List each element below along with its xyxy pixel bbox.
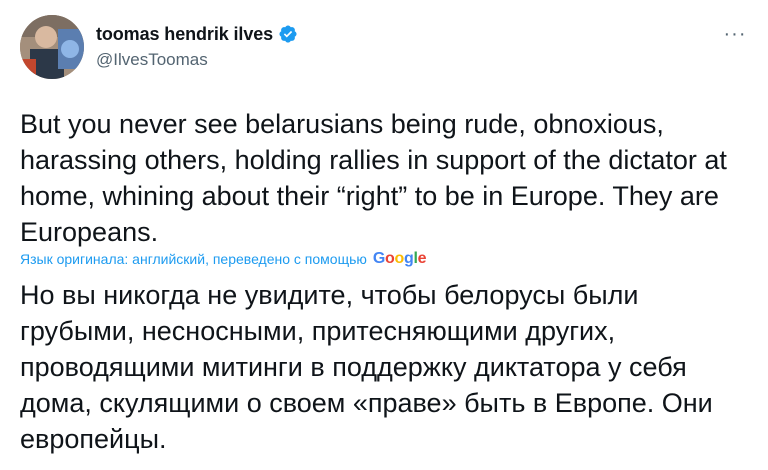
translation-note-text: Язык оригинала: английский, переведено с… xyxy=(20,251,367,267)
translated-tweet-text: Но вы никогда не увидите, чтобы белорусы… xyxy=(20,280,713,454)
google-logo-letter: g xyxy=(404,250,414,267)
verified-badge-icon xyxy=(278,24,298,44)
avatar-photo-icon xyxy=(20,15,84,79)
google-logo: Google xyxy=(372,250,427,268)
more-options-button[interactable]: ··· xyxy=(720,22,750,46)
google-logo-letter: G xyxy=(372,250,386,267)
ellipsis-icon: ··· xyxy=(723,22,747,45)
translation-note[interactable]: Язык оригинала: английский, переведено с… xyxy=(20,250,427,268)
google-logo-letter: o xyxy=(394,250,405,267)
tweet-text: But you never see belarusians being rude… xyxy=(20,109,727,247)
google-logo-letter: e xyxy=(417,250,427,267)
avatar[interactable] xyxy=(20,15,84,79)
author-display-name[interactable]: toomas hendrik ilves xyxy=(96,24,273,45)
author-handle[interactable]: @IlvesToomas xyxy=(96,50,298,70)
google-logo-letter: o xyxy=(385,250,395,267)
